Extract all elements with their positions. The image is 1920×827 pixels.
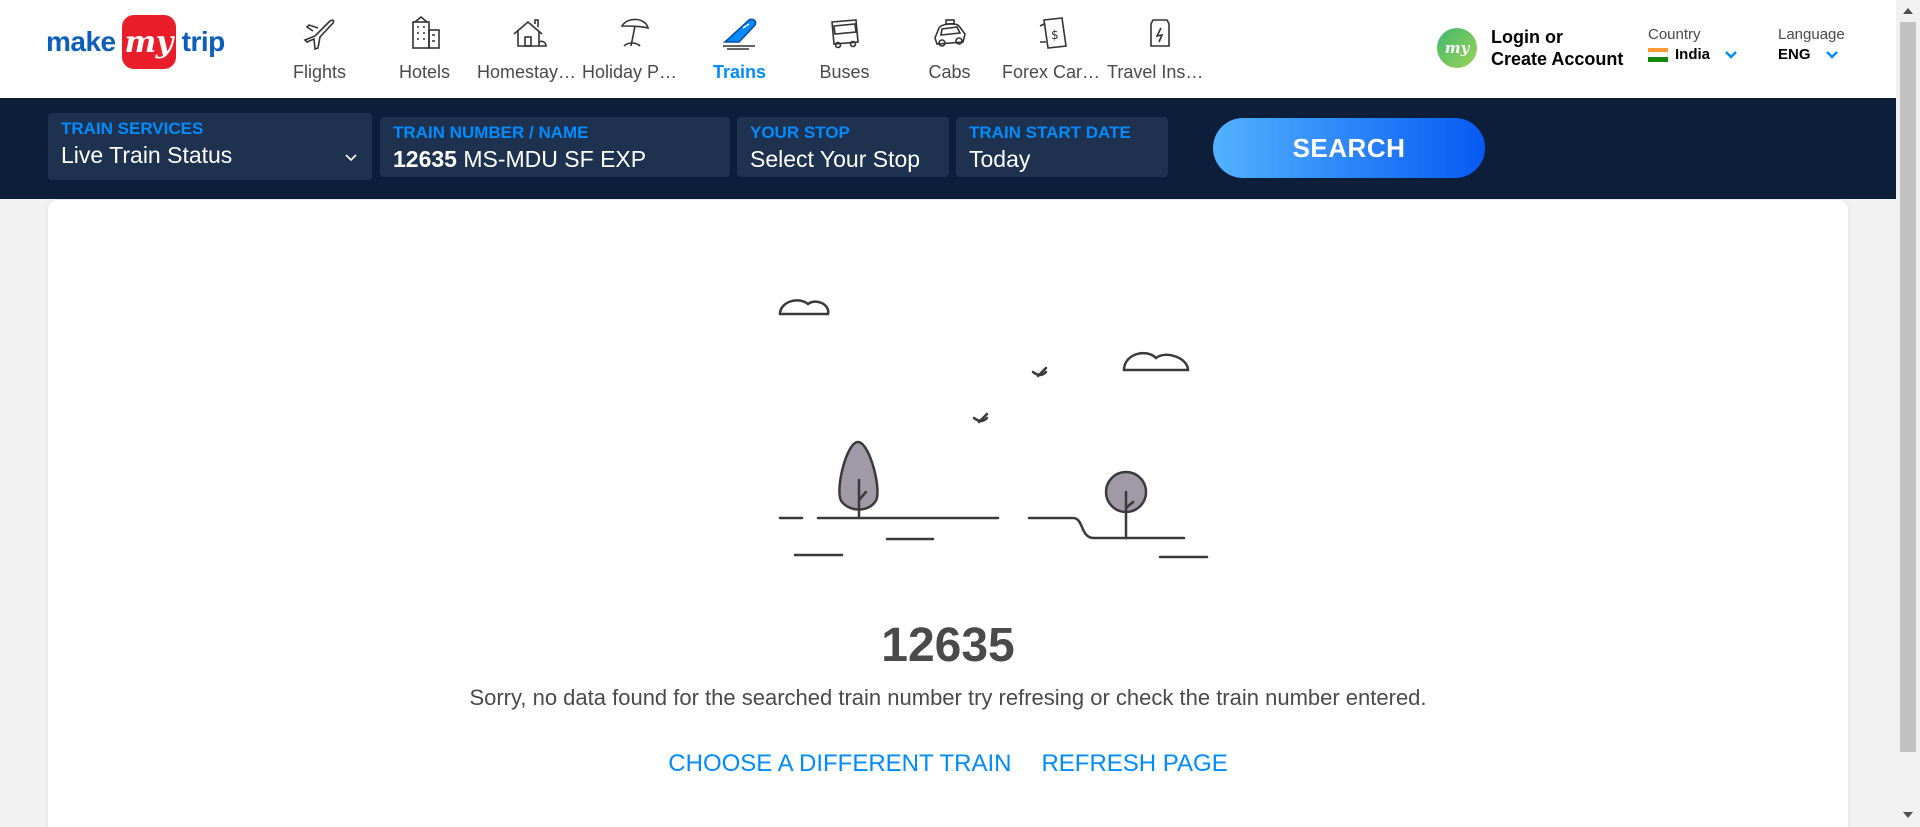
bird-icon [1031, 366, 1048, 378]
train-number: 12635 [393, 146, 457, 172]
top-header: make my trip Flights Hotels Homestays Ho… [0, 0, 1896, 98]
nav-item-flights[interactable]: Flights [267, 8, 372, 88]
cab-icon [933, 19, 966, 47]
refresh-page-link[interactable]: REFRESH PAGE [1041, 750, 1227, 778]
train-number-label: TRAIN NUMBER / NAME [393, 123, 589, 142]
train-services-value: Live Train Status [61, 142, 233, 168]
choose-different-train-link[interactable]: CHOOSE A DIFFERENT TRAIN [668, 750, 1011, 778]
nav-label: Homestays & Villas [477, 62, 582, 82]
page: make my trip Flights Hotels Homestays Ho… [0, 0, 1920, 827]
login-line-1: Login or [1491, 27, 1563, 47]
empty-state-illustration [778, 299, 1209, 559]
nav-label: Buses [819, 62, 870, 82]
search-bar: TRAIN SERVICES Live Train Status TRAIN N… [0, 98, 1896, 199]
your-stop-label: YOUR STOP [750, 123, 850, 142]
search-button[interactable]: SEARCH [1213, 118, 1485, 178]
avatar: my [1437, 28, 1477, 68]
logo-text-trip: trip [181, 26, 226, 57]
no-data-message: Sorry, no data found for the searched tr… [469, 685, 1427, 710]
your-stop-field[interactable]: YOUR STOP Select Your Stop [737, 117, 949, 177]
flight-icon [303, 19, 334, 51]
nav-label: Hotels [398, 62, 451, 82]
nav-item-holiday-packages[interactable]: Holiday Packages [582, 8, 687, 88]
makemytrip-logo[interactable]: make my trip [46, 14, 225, 70]
result-card: 12635 Sorry, no data found for the searc… [48, 200, 1848, 827]
train-services-dropdown[interactable]: TRAIN SERVICES Live Train Status [48, 113, 372, 180]
train-icon [722, 18, 756, 50]
india-flag-icon [1648, 47, 1668, 62]
scroll-up-icon[interactable] [1902, 6, 1914, 16]
nav-item-cabs[interactable]: Cabs [897, 8, 1002, 88]
nav-label: Trains [712, 62, 767, 82]
homestay-icon [512, 19, 547, 47]
chevron-down-icon [1825, 50, 1838, 59]
nav-item-homestays[interactable]: Homestays & Villas [477, 8, 582, 88]
language-caption: Language [1778, 26, 1845, 43]
nav-label: Travel Insurance [1107, 62, 1212, 82]
language-selector[interactable]: Language ENG [1778, 26, 1845, 63]
hotel-icon [411, 15, 440, 49]
country-value: India [1675, 46, 1711, 63]
forex-icon: $ [1039, 17, 1067, 49]
login-button[interactable]: my Login or Create Account [1437, 26, 1623, 70]
country-value-row: India [1648, 46, 1738, 63]
login-text: Login or Create Account [1491, 26, 1623, 70]
holiday-icon [620, 18, 649, 47]
nav-label: Flights [292, 62, 346, 82]
chevron-down-icon [345, 154, 357, 162]
scroll-down-icon[interactable] [1902, 810, 1914, 820]
nav-item-hotels[interactable]: Hotels [372, 8, 477, 88]
country-caption: Country [1648, 26, 1701, 43]
train-start-date-value: Today [969, 146, 1031, 172]
bus-icon [830, 19, 859, 49]
bird-icon [972, 412, 989, 424]
train-name: MS-MDU SF EXP [463, 146, 647, 172]
logo-badge: my [121, 15, 176, 69]
language-value-row: ENG [1778, 46, 1845, 63]
your-stop-value: Select Your Stop [750, 146, 921, 172]
logo-text-make: make [46, 26, 116, 57]
cloud-icon [778, 299, 830, 316]
nav-label: Cabs [928, 62, 971, 82]
result-train-number: 12635 [881, 619, 1015, 672]
train-number-value: 12635 MS-MDU SF EXP [393, 146, 717, 173]
svg-text:$: $ [1051, 28, 1059, 42]
product-nav: Flights Hotels Homestays Holiday Pack Tr… [267, 8, 1212, 88]
nav-item-forex[interactable]: $ Forex Card & Currency [1002, 8, 1107, 88]
nav-item-buses[interactable]: Buses [792, 8, 897, 88]
cloud-icon [1122, 351, 1190, 372]
result-actions: CHOOSE A DIFFERENT TRAIN REFRESH PAGE [48, 750, 1848, 778]
login-line-2: Create Account [1491, 49, 1624, 69]
chevron-down-icon [1725, 50, 1737, 59]
scrollbar-thumb[interactable] [1900, 22, 1916, 752]
country-selector[interactable]: Country India [1648, 26, 1738, 63]
nav-label: Holiday Packages [582, 62, 687, 82]
train-start-date-label: TRAIN START DATE [969, 123, 1131, 142]
nav-item-trains[interactable]: Trains [687, 8, 792, 88]
vertical-scrollbar[interactable] [1896, 0, 1920, 827]
insurance-icon [1149, 19, 1170, 47]
train-number-field[interactable]: TRAIN NUMBER / NAME 12635 MS-MDU SF EXP [380, 117, 730, 177]
language-value: ENG [1778, 46, 1811, 63]
nav-item-travel-insurance[interactable]: Travel Insurance [1107, 8, 1212, 88]
train-services-label: TRAIN SERVICES [61, 119, 204, 138]
train-start-date-field[interactable]: TRAIN START DATE Today [956, 117, 1168, 177]
nav-label: Forex Card & Currency [1002, 62, 1107, 82]
